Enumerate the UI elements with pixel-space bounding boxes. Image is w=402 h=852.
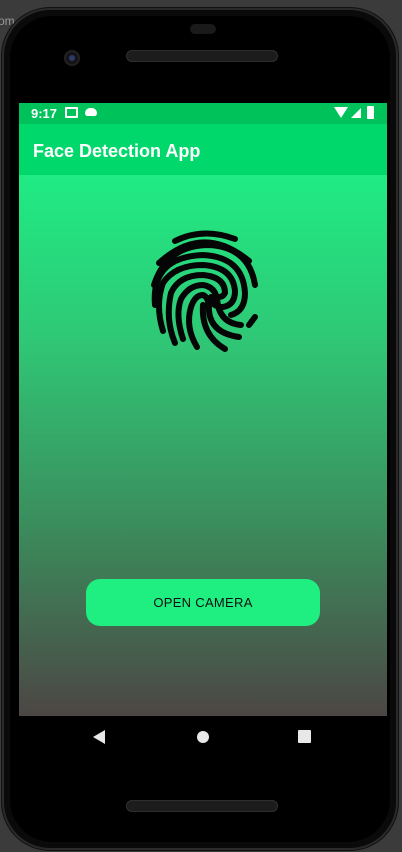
mail-icon	[65, 107, 78, 118]
status-time: 9:17	[31, 106, 58, 121]
wifi-icon	[334, 107, 348, 118]
cloud-icon	[85, 108, 97, 116]
bottom-speaker-grille	[126, 800, 278, 812]
app-title: Face Detection App	[33, 141, 201, 161]
home-icon[interactable]	[197, 731, 209, 743]
status-bar: 9:17	[19, 103, 387, 124]
open-camera-button[interactable]: OPEN CAMERA	[86, 579, 320, 626]
app-bar: Face Detection App	[19, 124, 387, 175]
top-speaker-grille	[126, 50, 278, 62]
main-content: OPEN CAMERA	[19, 175, 387, 716]
front-camera-icon	[64, 50, 80, 66]
device-screen: 9:17 Face Detection App OPEN CAMERA	[19, 103, 387, 716]
signal-icon	[351, 108, 361, 118]
recents-icon[interactable]	[298, 730, 311, 743]
phone-top-notch	[190, 24, 216, 34]
navigation-bar	[19, 716, 387, 758]
battery-icon	[367, 106, 374, 119]
fingerprint-icon	[151, 230, 258, 352]
back-icon[interactable]	[93, 730, 105, 744]
